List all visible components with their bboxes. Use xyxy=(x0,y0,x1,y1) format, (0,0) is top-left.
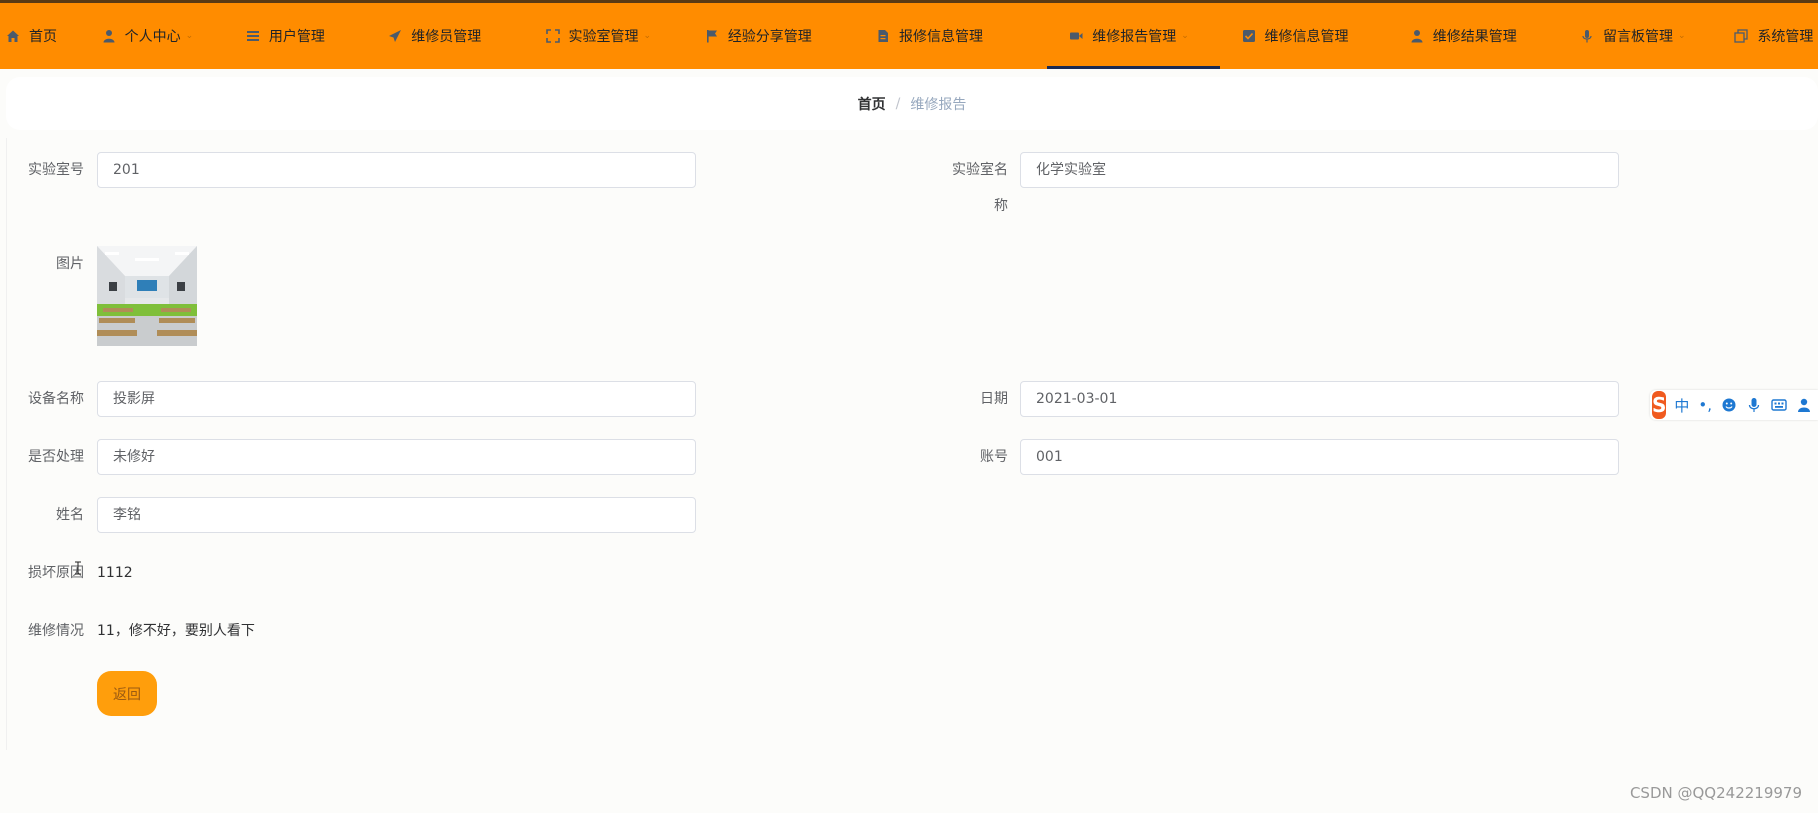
nav-item-message-board[interactable]: 留言板管理 ⌄ xyxy=(1564,3,1718,69)
copy-icon xyxy=(1734,29,1749,43)
nav-item-label: 实验室管理 xyxy=(568,29,639,45)
text-cursor-icon xyxy=(75,561,81,575)
lab-name-label-continued: 称 xyxy=(994,198,1008,214)
flag-icon xyxy=(705,29,719,43)
chevron-down-icon: ⌄ xyxy=(1181,31,1189,41)
account-field[interactable]: 001 xyxy=(1020,439,1619,475)
device-label: 设备名称 xyxy=(28,391,84,407)
back-button[interactable]: 返回 xyxy=(97,671,157,716)
ime-mode-toggle[interactable]: 中 xyxy=(1674,395,1689,416)
user-account-icon[interactable] xyxy=(1796,397,1812,413)
nav-item-repairman-management[interactable]: 维修员管理 ⌄ xyxy=(382,3,539,69)
nav-item-label: 维修报告管理 xyxy=(1092,29,1177,45)
nav-item-label: 维修信息管理 xyxy=(1264,29,1349,45)
document-icon xyxy=(876,29,890,43)
nav-item-label: 经验分享管理 xyxy=(727,29,812,45)
checkbox-icon xyxy=(1242,29,1256,43)
nav-item-lab-management[interactable]: 实验室管理 ⌄ xyxy=(540,3,699,69)
list-icon xyxy=(246,29,260,43)
watermark: CSDN @QQ242219979 xyxy=(1629,784,1802,802)
ime-punctuation-toggle[interactable]: •, xyxy=(1698,396,1712,414)
user-icon xyxy=(102,29,116,43)
nav-item-label: 留言板管理 xyxy=(1603,29,1674,45)
microphone-icon[interactable] xyxy=(1746,397,1762,413)
home-icon xyxy=(6,29,20,43)
nav-item-experience-sharing[interactable]: 经验分享管理 xyxy=(699,3,870,69)
handled-field[interactable]: 未修好 xyxy=(97,439,696,475)
breadcrumb-current: 维修报告 xyxy=(910,96,967,113)
name-field[interactable]: 李铭 xyxy=(97,497,696,533)
lab-photo-image xyxy=(97,246,197,346)
nav-item-repair-result[interactable]: 维修结果管理 xyxy=(1392,3,1564,69)
chevron-down-icon: ⌄ xyxy=(643,31,652,41)
keyboard-icon[interactable] xyxy=(1771,397,1787,413)
ime-toolbar: S 中 •, xyxy=(1650,390,1818,420)
chevron-down-icon: ⌄ xyxy=(185,31,194,41)
breadcrumb-separator: / xyxy=(895,95,901,112)
repair-status-value: 11，修不好，要别人看下 xyxy=(97,623,255,639)
date-label: 日期 xyxy=(980,391,1008,407)
nav-item-label: 个人中心 xyxy=(124,29,181,45)
image-label: 图片 xyxy=(56,256,84,272)
date-field[interactable]: 2021-03-01 xyxy=(1020,381,1619,417)
person-icon xyxy=(1410,29,1424,43)
handled-label: 是否处理 xyxy=(28,449,84,465)
expand-icon xyxy=(545,29,560,43)
chevron-down-icon: ⌄ xyxy=(1678,31,1686,41)
repair-status-label: 维修情况 xyxy=(28,623,84,639)
nav-item-user-management[interactable]: 用户管理 xyxy=(240,3,382,69)
lab-no-field[interactable]: 201 xyxy=(97,152,696,188)
damage-cause-value: 1112 xyxy=(97,565,133,581)
video-icon xyxy=(1069,29,1083,43)
lab-no-label: 实验室号 xyxy=(28,162,84,178)
device-field[interactable]: 投影屏 xyxy=(97,381,696,417)
emoji-icon[interactable] xyxy=(1721,397,1737,413)
paper-plane-icon xyxy=(388,29,402,43)
nav-item-label: 系统管理 xyxy=(1757,29,1814,45)
top-nav-bar: 首页 个人中心 ⌄ 用户管理 维修员管理 ⌄ 实验室管理 ⌄ 经验分享管理 xyxy=(0,0,1818,69)
microphone-icon xyxy=(1580,29,1594,43)
nav-item-label: 维修结果管理 xyxy=(1432,29,1517,45)
nav-item-report-info[interactable]: 报修信息管理 xyxy=(870,3,1047,69)
name-label: 姓名 xyxy=(56,507,84,523)
nav-item-label: 报修信息管理 xyxy=(899,29,984,45)
account-label: 账号 xyxy=(980,449,1008,465)
nav-item-label: 维修员管理 xyxy=(411,29,482,45)
nav-item-repair-report[interactable]: 维修报告管理 ⌄ xyxy=(1047,3,1220,69)
breadcrumb: 首页 / 维修报告 xyxy=(6,77,1818,130)
lab-photo[interactable] xyxy=(97,246,197,346)
nav-item-system-management[interactable]: 系统管理 xyxy=(1718,3,1818,69)
breadcrumb-home[interactable]: 首页 xyxy=(858,94,886,114)
nav-item-home[interactable]: 首页 xyxy=(0,3,96,69)
sogou-logo-icon[interactable]: S xyxy=(1652,391,1667,419)
nav-item-repair-info[interactable]: 维修信息管理 xyxy=(1220,3,1392,69)
nav-item-personal-center[interactable]: 个人中心 ⌄ xyxy=(96,3,240,69)
lab-name-field[interactable]: 化学实验室 xyxy=(1020,152,1619,188)
lab-name-label: 实验室名 xyxy=(952,162,1008,178)
nav-item-label: 用户管理 xyxy=(268,29,325,45)
nav-item-label: 首页 xyxy=(29,29,57,45)
